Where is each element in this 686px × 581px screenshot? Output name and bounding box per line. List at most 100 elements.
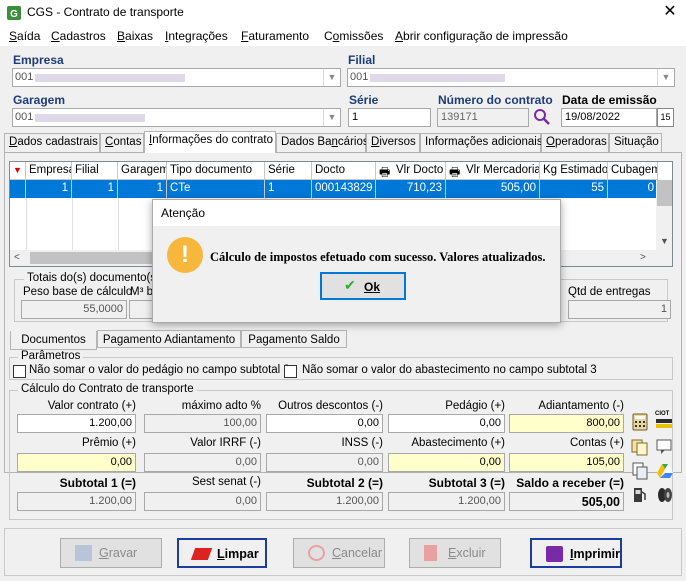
- tab-4[interactable]: Diversos: [366, 133, 420, 152]
- grid-cell[interactable]: 1: [265, 180, 312, 198]
- grid-cell[interactable]: 1: [72, 180, 118, 198]
- grid-column-header[interactable]: Kg Estimado: [540, 162, 608, 180]
- tires-icon[interactable]: [656, 486, 674, 504]
- grid-cell[interactable]: 505,00: [446, 180, 540, 198]
- app-icon: G: [7, 6, 21, 20]
- calc-input[interactable]: 1.200,00: [17, 414, 136, 433]
- calc-input[interactable]: 0,00: [144, 492, 261, 511]
- calc-input[interactable]: 100,00: [144, 414, 261, 433]
- numero-contrato-label: Número do contrato: [438, 93, 553, 107]
- calc-input[interactable]: 800,00: [509, 414, 624, 433]
- menu-item-0[interactable]: Saída: [9, 29, 40, 43]
- garagem-select[interactable]: 001 ▼: [12, 108, 341, 127]
- calc-input[interactable]: 0,00: [17, 453, 136, 472]
- drive-icon[interactable]: [656, 462, 674, 480]
- calc-input[interactable]: 1.200,00: [17, 492, 136, 511]
- serie-input[interactable]: 1: [348, 108, 431, 127]
- grid-column-header[interactable]: Docto: [312, 162, 376, 180]
- label-part: adastros: [59, 29, 106, 43]
- nao-somar-pedagio-checkbox[interactable]: [13, 365, 26, 378]
- calendar-icon[interactable]: 15: [657, 108, 674, 127]
- grid-cell[interactable]: CTe: [167, 180, 265, 198]
- data-emissao-input[interactable]: 19/08/2022: [561, 108, 657, 127]
- limpar-button[interactable]: Limpar: [177, 538, 267, 568]
- menu-item-4[interactable]: Faturamento: [241, 29, 309, 43]
- excluir-button[interactable]: Excluir: [409, 538, 501, 568]
- access-key: O: [546, 136, 555, 148]
- grid-column-header[interactable]: Empresa: [26, 162, 72, 180]
- calc-input[interactable]: 0,00: [388, 453, 505, 472]
- printer-icon: [546, 546, 563, 562]
- tab-3[interactable]: Dados Bancários: [276, 133, 369, 152]
- ok-button[interactable]: ✔ Ok: [320, 272, 406, 300]
- grid-cell[interactable]: 000143829: [312, 180, 376, 198]
- calculator-icon[interactable]: [631, 413, 649, 431]
- calc-label: Subtotal 3 (=): [428, 476, 505, 490]
- subtab-1[interactable]: Pagamento Adiantamento: [97, 330, 241, 348]
- m3-input[interactable]: [129, 300, 153, 319]
- calc-input[interactable]: 0,00: [266, 453, 383, 472]
- imprimir-button[interactable]: Imprimir: [530, 538, 622, 568]
- tab-0[interactable]: Dados cadastrais: [4, 133, 100, 152]
- message-icon[interactable]: [656, 438, 674, 456]
- grid-cell[interactable]: 1: [118, 180, 167, 198]
- tab-7[interactable]: Situação: [609, 133, 662, 152]
- scroll-down-icon[interactable]: ▼: [660, 236, 669, 246]
- documents-icon[interactable]: [631, 438, 649, 456]
- grid-column-header[interactable]: Série: [265, 162, 312, 180]
- vertical-scrollbar[interactable]: ▼: [656, 180, 672, 250]
- garagem-value: 001: [15, 111, 34, 123]
- chevron-down-icon[interactable]: ▼: [323, 109, 340, 126]
- menu-item-3[interactable]: Integrações: [165, 29, 228, 43]
- subtab-2[interactable]: Pagamento Saldo: [241, 330, 347, 348]
- grid-cell[interactable]: 1: [26, 180, 72, 198]
- label-part: aída: [17, 29, 41, 43]
- calc-input[interactable]: 1.200,00: [266, 492, 383, 511]
- grid-column-header[interactable]: Garagem: [118, 162, 167, 180]
- tab-1[interactable]: Contas: [100, 133, 144, 152]
- empresa-value: 001: [15, 71, 34, 83]
- calc-input[interactable]: 105,00: [509, 453, 624, 472]
- gravar-button[interactable]: Gravar: [60, 538, 162, 568]
- menu-item-2[interactable]: Baixas: [117, 29, 153, 43]
- grid-column-header[interactable]: Cubagem: [608, 162, 658, 180]
- menu-item-5[interactable]: Comissões: [324, 29, 383, 43]
- empresa-select[interactable]: 001 ▼: [12, 68, 341, 87]
- grid-column-header[interactable]: Filial: [72, 162, 118, 180]
- numero-contrato-input[interactable]: 139171: [437, 108, 529, 127]
- nao-somar-abastecimento-checkbox[interactable]: [284, 365, 297, 378]
- chevron-down-icon[interactable]: ▼: [323, 69, 340, 86]
- filial-select[interactable]: 001 ▼: [347, 68, 675, 87]
- menu-item-1[interactable]: Cadastros: [51, 29, 106, 43]
- entregas-input[interactable]: 1: [568, 300, 671, 319]
- grid-column-header[interactable]: Tipo documento: [167, 162, 265, 180]
- search-icon[interactable]: [533, 108, 551, 126]
- save-icon: [75, 545, 92, 561]
- menu-item-6[interactable]: Abrir configuração de impressão: [395, 29, 568, 43]
- close-icon[interactable]: ✕: [658, 2, 682, 24]
- grid-cell[interactable]: 710,23: [376, 180, 446, 198]
- copy-icon[interactable]: [631, 462, 649, 480]
- cancelar-button[interactable]: Cancelar: [293, 538, 385, 568]
- label-part: brir configuração de impressão: [403, 29, 568, 43]
- calc-input[interactable]: 0,00: [388, 414, 505, 433]
- calc-input[interactable]: 0,00: [144, 453, 261, 472]
- tab-5[interactable]: Informações adicionais: [420, 133, 543, 152]
- calc-input[interactable]: 1.200,00: [388, 492, 505, 511]
- tab-6[interactable]: Operadoras: [541, 133, 609, 152]
- scroll-right-icon[interactable]: >: [640, 252, 646, 263]
- ciot-icon[interactable]: CIOT: [655, 411, 674, 431]
- calc-input[interactable]: 0,00: [266, 414, 383, 433]
- calc-input[interactable]: 505,00: [509, 492, 624, 511]
- parametros-legend: Parâmetros: [18, 350, 84, 362]
- grid-cell[interactable]: 55: [540, 180, 608, 198]
- peso-input[interactable]: 55,0000: [21, 300, 127, 319]
- grid-cell[interactable]: 0: [608, 180, 658, 198]
- chevron-down-icon[interactable]: ▼: [657, 69, 674, 86]
- subtab-0[interactable]: Documentos: [10, 331, 97, 350]
- tab-2[interactable]: Informações do contrato: [144, 131, 276, 153]
- fuel-pump-icon[interactable]: [631, 486, 649, 504]
- scroll-left-icon[interactable]: <: [14, 252, 20, 263]
- calc-label: Subtotal 2 (=): [306, 476, 383, 490]
- scrollbar-thumb[interactable]: [657, 180, 672, 206]
